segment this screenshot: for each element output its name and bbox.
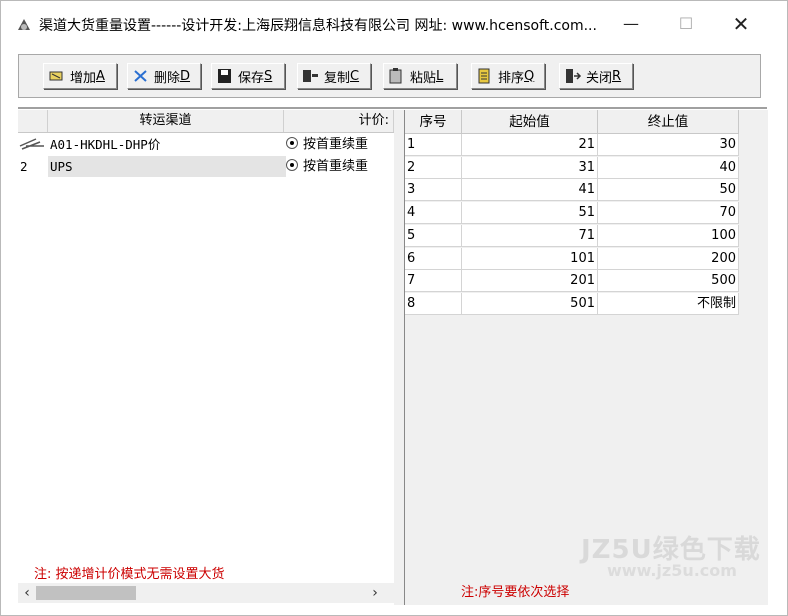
no-cell[interactable]: 8 [405,292,462,315]
end-cell[interactable]: 50 [598,179,739,202]
paste-label: 粘贴 [410,70,437,86]
start-cell[interactable]: 21 [462,134,598,156]
main-window: 渠道大货重量设置------设计开发:上海辰翔信息科技有限公司 网址: www.… [0,0,788,616]
copy-icon [303,70,318,82]
current-row-icon [18,134,48,155]
paste-button[interactable]: 粘贴 L [383,63,457,89]
minimize-button[interactable]: — [616,11,646,37]
header-start[interactable]: 起始值 [462,110,598,134]
start-cell[interactable]: 101 [462,247,598,270]
channel-grid[interactable]: 转运渠道 计价: A01-HKDHL-DHP价 按首重续重 2 UPS 按首重续… [18,110,395,605]
divider [18,107,767,109]
exit-icon [566,69,582,83]
left-note: 注: 按递增计价模式无需设置大货 [34,567,225,582]
no-cell[interactable]: 7 [405,270,462,293]
start-cell[interactable]: 41 [462,179,598,202]
radio-icon[interactable] [286,137,298,149]
delete-button[interactable]: 删除 D [127,63,201,89]
save-label: 保存 [238,70,265,86]
close-button[interactable]: 关闭 R [559,63,633,89]
add-key: A [96,68,105,84]
close-key: R [612,68,622,84]
watermark-url: www.jz5u.com [607,561,737,580]
app-icon [18,19,30,30]
pricing-cell[interactable]: 按首重续重 [286,134,394,155]
no-cell[interactable]: 1 [405,134,462,156]
channel-grid-header: 转运渠道 计价: [18,110,394,133]
toolbar: 增加 A 删除 D 保存 S 复制 C 粘贴 L 排序 Q 关闭 R [18,54,761,98]
copy-button[interactable]: 复制 C [297,63,371,89]
start-cell[interactable]: 501 [462,292,598,315]
right-note: 注:序号要依次选择 [461,585,570,600]
sort-button[interactable]: 排序 Q [471,63,545,89]
scroll-thumb[interactable] [36,586,136,600]
delete-key: D [180,68,191,84]
sort-icon [478,68,490,84]
header-pricing[interactable]: 计价: [284,110,394,132]
maximize-button[interactable]: ☐ [671,11,701,37]
add-button[interactable]: 增加 A [43,63,117,89]
start-cell[interactable]: 51 [462,202,598,225]
save-icon [218,69,231,83]
copy-label: 复制 [324,70,351,86]
copy-key: C [350,68,360,84]
scroll-right-icon[interactable]: › [366,583,384,603]
end-cell[interactable]: 40 [598,156,739,179]
start-cell[interactable]: 71 [462,224,598,247]
pane-splitter[interactable] [394,110,404,605]
save-button[interactable]: 保存 S [211,63,285,89]
sort-label: 排序 [498,70,525,86]
delete-label: 删除 [154,70,181,86]
no-cell[interactable]: 4 [405,202,462,225]
start-cell[interactable]: 201 [462,270,598,293]
horizontal-scrollbar[interactable]: ‹ › [18,583,394,603]
table-row[interactable]: A01-HKDHL-DHP价 按首重续重 [18,134,394,155]
header-no[interactable]: 序号 [405,110,462,134]
pricing-cell[interactable]: 按首重续重 [286,156,394,177]
close-label: 关闭 [586,70,613,86]
start-cell[interactable]: 31 [462,156,598,179]
row-indicator-header [18,110,48,132]
add-label: 增加 [70,70,97,86]
add-icon [49,71,63,81]
row-index: 2 [18,156,48,177]
end-cell[interactable]: 不限制 [598,292,739,315]
end-cell[interactable]: 200 [598,247,739,270]
save-key: S [264,68,273,84]
delete-icon [134,70,147,82]
paste-key: L [436,68,444,84]
channel-cell[interactable]: UPS [48,156,284,177]
no-cell[interactable]: 2 [405,156,462,179]
no-cell[interactable]: 3 [405,179,462,202]
table-row[interactable]: 2 UPS 按首重续重 [18,156,394,177]
pricing-text: 按首重续重 [303,137,369,152]
header-end[interactable]: 终止值 [598,110,739,134]
end-cell[interactable]: 70 [598,202,739,225]
no-cell[interactable]: 5 [405,224,462,247]
header-channel[interactable]: 转运渠道 [48,110,284,132]
window-title: 渠道大货重量设置------设计开发:上海辰翔信息科技有限公司 网址: www.… [39,18,597,34]
sort-key: Q [524,68,535,84]
title-bar: 渠道大货重量设置------设计开发:上海辰翔信息科技有限公司 网址: www.… [1,1,787,43]
end-cell[interactable]: 100 [598,224,739,247]
end-cell[interactable]: 500 [598,270,739,293]
paste-icon [389,68,402,84]
radio-icon[interactable] [286,159,298,171]
end-cell[interactable]: 30 [598,134,739,156]
no-cell[interactable]: 6 [405,247,462,270]
pricing-text: 按首重续重 [303,159,369,174]
close-window-button[interactable]: ✕ [726,11,756,37]
channel-cell[interactable]: A01-HKDHL-DHP价 [48,134,284,155]
scroll-left-icon[interactable]: ‹ [18,583,36,603]
